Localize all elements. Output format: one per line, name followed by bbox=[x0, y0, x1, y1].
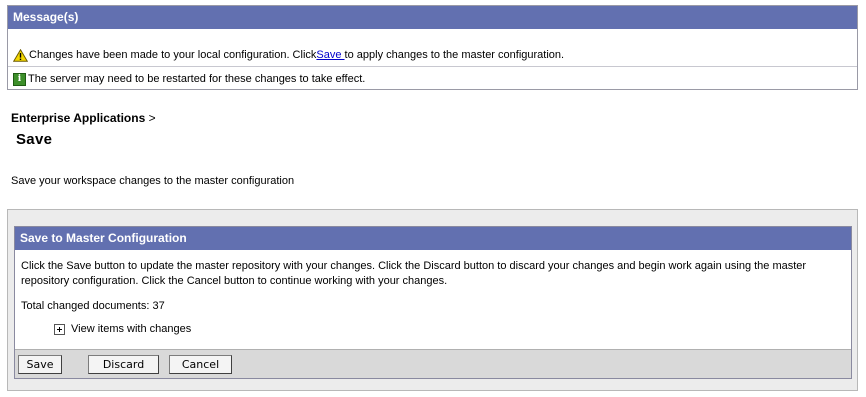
breadcrumb: Enterprise Applications > bbox=[11, 111, 156, 125]
cancel-button[interactable]: Cancel bbox=[169, 355, 232, 374]
warning-message: Changes have been made to your local con… bbox=[13, 46, 564, 64]
expand-plus-icon[interactable] bbox=[54, 323, 65, 335]
save-button[interactable]: Save bbox=[18, 355, 62, 374]
warning-triangle-icon bbox=[13, 48, 28, 62]
info-icon: i bbox=[13, 72, 26, 86]
page-description: Save your workspace changes to the maste… bbox=[11, 175, 295, 187]
total-changed-documents: Total changed documents: 37 bbox=[21, 300, 165, 312]
info-message: i The server may need to be restarted fo… bbox=[13, 70, 365, 88]
page-title: Save bbox=[16, 131, 53, 148]
message-divider bbox=[8, 66, 857, 67]
messages-box: Message(s) Changes have been made to you… bbox=[7, 5, 858, 90]
discard-button[interactable]: Discard bbox=[88, 355, 159, 374]
warning-text-prefix: Changes have been made to your local con… bbox=[29, 49, 317, 61]
button-bar: Save Discard Cancel bbox=[15, 349, 851, 378]
breadcrumb-separator: > bbox=[148, 111, 156, 125]
save-link[interactable]: Save bbox=[316, 46, 344, 64]
save-instructions: Click the Save button to update the mast… bbox=[21, 260, 807, 287]
view-items-with-changes[interactable]: View items with changes bbox=[54, 323, 191, 335]
view-items-label[interactable]: View items with changes bbox=[71, 323, 191, 335]
save-to-master-header: Save to Master Configuration bbox=[15, 227, 851, 250]
warning-text-suffix: to apply changes to the master configura… bbox=[344, 49, 565, 61]
info-text: The server may need to be restarted for … bbox=[28, 73, 366, 85]
save-to-master-box: Save to Master Configuration Click the S… bbox=[14, 226, 852, 379]
breadcrumb-item-enterprise-applications[interactable]: Enterprise Applications bbox=[11, 111, 145, 125]
messages-header: Message(s) bbox=[8, 6, 857, 29]
